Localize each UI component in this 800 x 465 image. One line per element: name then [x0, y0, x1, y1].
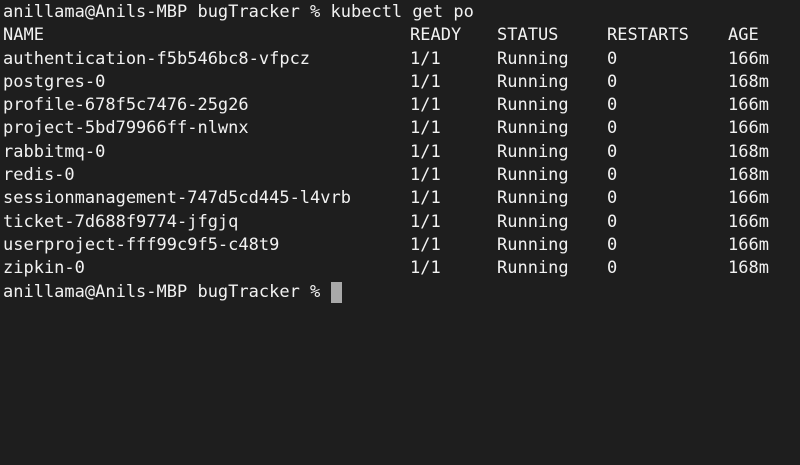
pod-restarts: 0 [607, 258, 618, 279]
table-row: zipkin-0 1/1 Running 0 168m [3, 257, 800, 280]
pod-name: postgres-0 [3, 71, 106, 92]
table-header: NAME READY STATUS RESTARTS AGE [3, 24, 800, 47]
pod-restarts: 0 [607, 95, 618, 116]
pod-age: 166m [728, 211, 769, 232]
pod-age: 168m [728, 71, 769, 92]
pod-age: 168m [728, 165, 769, 186]
pod-ready: 1/1 [410, 211, 441, 232]
pod-restarts: 0 [607, 141, 618, 162]
pod-name: rabbitmq-0 [3, 141, 106, 162]
table-row: authentication-f5b546bc8-vfpcz 1/1 Runni… [3, 48, 800, 71]
pod-age: 166m [728, 188, 769, 209]
pod-age: 168m [728, 258, 769, 279]
table-row: userproject-fff99c9f5-c48t9 1/1 Running … [3, 234, 800, 257]
pod-name: redis-0 [3, 165, 75, 186]
pod-status: Running [497, 188, 569, 209]
table-row: sessionmanagement-747d5cd445-l4vrb 1/1 R… [3, 187, 800, 210]
pod-age: 166m [728, 234, 769, 255]
pod-restarts: 0 [607, 48, 618, 69]
header-status: STATUS [497, 25, 559, 46]
pod-status: Running [497, 234, 569, 255]
pod-status: Running [497, 211, 569, 232]
text-cursor [330, 281, 342, 303]
pod-name: userproject-fff99c9f5-c48t9 [3, 234, 280, 255]
table-row: ticket-7d688f9774-jfgjq 1/1 Running 0 16… [3, 211, 800, 234]
pod-status: Running [497, 118, 569, 139]
header-age: AGE [728, 25, 759, 46]
shell-prompt: anillama@Anils-MBP bugTracker % [3, 281, 331, 302]
table-row: project-5bd79966ff-nlwnx 1/1 Running 0 1… [3, 117, 800, 140]
pod-name: ticket-7d688f9774-jfgjq [3, 211, 239, 232]
pod-restarts: 0 [607, 165, 618, 186]
pod-age: 166m [728, 95, 769, 116]
header-restarts: RESTARTS [607, 25, 689, 46]
pod-ready: 1/1 [410, 48, 441, 69]
pod-ready: 1/1 [410, 118, 441, 139]
table-row: postgres-0 1/1 Running 0 168m [3, 71, 800, 94]
prompt-line[interactable]: anillama@Anils-MBP bugTracker % [3, 281, 800, 304]
pod-age: 166m [728, 118, 769, 139]
pod-age: 166m [728, 48, 769, 69]
pod-status: Running [497, 258, 569, 279]
pod-ready: 1/1 [410, 188, 441, 209]
header-name: NAME [3, 25, 44, 46]
pod-name: authentication-f5b546bc8-vfpcz [3, 48, 311, 69]
pod-name: sessionmanagement-747d5cd445-l4vrb [3, 188, 351, 209]
terminal-window[interactable]: anillama@Anils-MBP bugTracker % kubectl … [0, 0, 800, 465]
pod-restarts: 0 [607, 234, 618, 255]
table-row: rabbitmq-0 1/1 Running 0 168m [3, 141, 800, 164]
pod-name: profile-678f5c7476-25g26 [3, 95, 249, 116]
pod-restarts: 0 [607, 211, 618, 232]
header-ready: READY [410, 25, 462, 46]
pod-name: project-5bd79966ff-nlwnx [3, 118, 249, 139]
pod-restarts: 0 [607, 71, 618, 92]
table-row: profile-678f5c7476-25g26 1/1 Running 0 1… [3, 94, 800, 117]
pod-status: Running [497, 141, 569, 162]
pod-restarts: 0 [607, 118, 618, 139]
pod-ready: 1/1 [410, 234, 441, 255]
pod-status: Running [497, 48, 569, 69]
pod-ready: 1/1 [410, 71, 441, 92]
pod-age: 168m [728, 141, 769, 162]
pod-name: zipkin-0 [3, 258, 85, 279]
command-line: anillama@Anils-MBP bugTracker % kubectl … [3, 2, 474, 22]
pod-ready: 1/1 [410, 141, 441, 162]
pod-status: Running [497, 95, 569, 116]
table-row: redis-0 1/1 Running 0 168m [3, 164, 800, 187]
pod-status: Running [497, 165, 569, 186]
pod-ready: 1/1 [410, 258, 441, 279]
pod-status: Running [497, 71, 569, 92]
pod-restarts: 0 [607, 188, 618, 209]
pod-ready: 1/1 [410, 95, 441, 116]
pod-ready: 1/1 [410, 165, 441, 186]
